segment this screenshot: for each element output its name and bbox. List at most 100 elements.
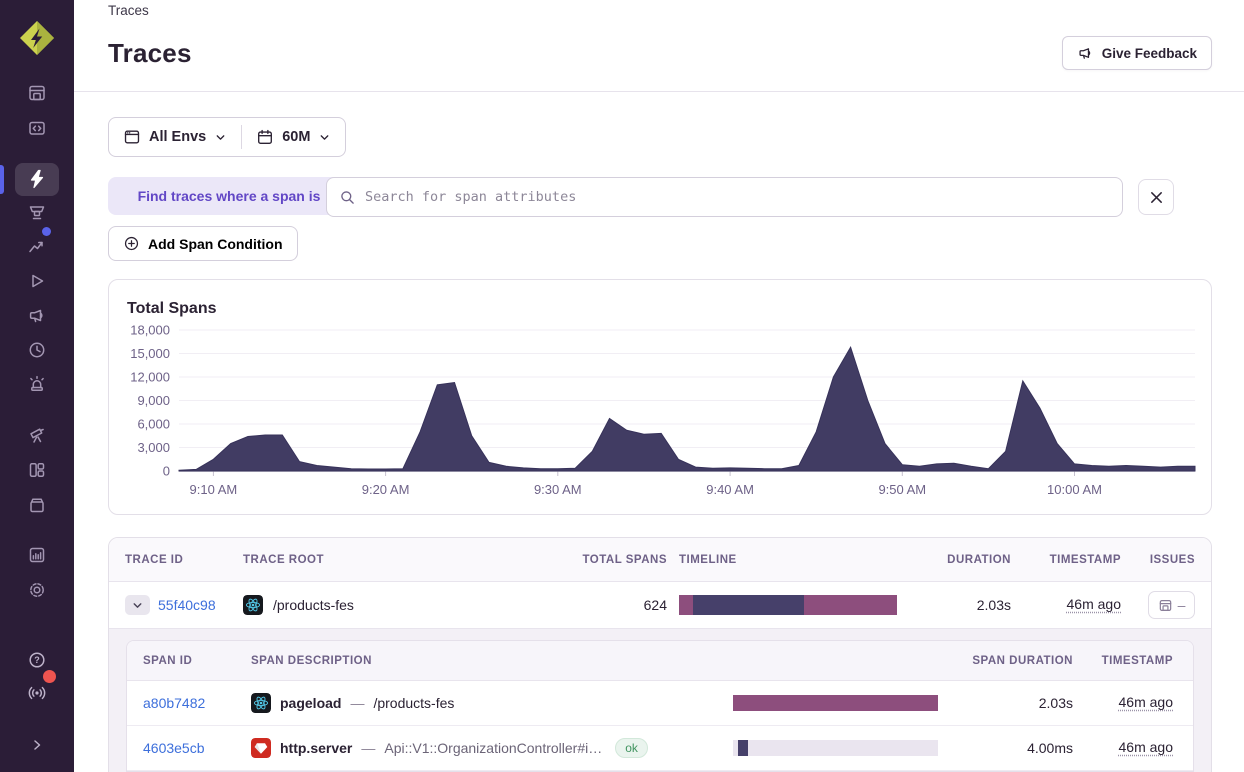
svg-text:15,000: 15,000 <box>130 346 170 361</box>
total-spans-value: 624 <box>643 597 667 613</box>
megaphone-icon <box>29 309 43 323</box>
collapse-trace-button[interactable] <box>125 595 150 615</box>
sidebar-item-insights[interactable] <box>0 227 74 264</box>
svg-text:12,000: 12,000 <box>130 370 170 385</box>
whats-new-notification-dot <box>43 670 56 683</box>
svg-text:9:40 AM: 9:40 AM <box>706 482 754 497</box>
calendar-icon <box>258 129 273 144</box>
spans-table-header: SPAN ID SPAN DESCRIPTION SPAN DURATION T… <box>127 641 1193 681</box>
chevron-down-icon <box>321 134 329 140</box>
sidebar-collapse-toggle[interactable] <box>0 728 74 762</box>
bar-chart-icon <box>29 547 45 563</box>
col-duration: DURATION <box>947 553 1011 566</box>
traces-page: ? Traces Traces Give Feedback All Envs 6… <box>0 0 1244 772</box>
status-badge: ok <box>615 738 648 758</box>
sidebar-item-history[interactable] <box>0 333 74 367</box>
sidebar-item-discover[interactable] <box>0 418 74 452</box>
add-span-condition-button[interactable]: Add Span Condition <box>108 226 298 261</box>
total-spans-chart[interactable]: 0 3,000 6,000 9,000 12,000 15,000 18,000 9:10 A… <box>109 316 1211 514</box>
main-content: Traces Traces Give Feedback All Envs 60M… <box>74 0 1244 772</box>
svg-text:10:00 AM: 10:00 AM <box>1047 482 1102 497</box>
chevron-right-icon <box>34 740 41 750</box>
clear-search-button[interactable] <box>1138 179 1174 215</box>
sidebar-item-inbox[interactable] <box>0 488 74 522</box>
sidebar-item-stats[interactable] <box>0 538 74 572</box>
plus-circle-icon <box>124 236 139 251</box>
environment-filter[interactable]: All Envs <box>109 118 241 156</box>
window-icon <box>124 130 140 144</box>
sidebar-item-explore[interactable] <box>0 162 74 196</box>
sidebar-item-settings[interactable] <box>0 573 74 607</box>
sidebar-item-dashboards[interactable] <box>0 453 74 487</box>
chevron-down-icon <box>133 602 142 608</box>
svg-text:3,000: 3,000 <box>137 440 170 455</box>
col-timeline: TIMELINE <box>679 553 737 566</box>
svg-text:6,000: 6,000 <box>137 417 170 432</box>
siren-icon <box>30 375 44 392</box>
separator: — <box>361 740 376 756</box>
sidebar-item-issues[interactable] <box>0 76 74 110</box>
svg-text:9:10 AM: 9:10 AM <box>190 482 238 497</box>
insights-notification-dot <box>42 227 51 236</box>
close-icon <box>1150 191 1162 203</box>
svg-text:9,000: 9,000 <box>137 393 170 408</box>
col-trace-id: TRACE ID <box>125 553 184 566</box>
filter-bar: All Envs 60M <box>108 117 347 157</box>
issues-icon <box>29 85 45 101</box>
span-id-link[interactable]: 4603e5cb <box>143 740 251 756</box>
col-trace-root: TRACE ROOT <box>243 553 325 566</box>
total-spans-chart-card: Total Spans 0 3,000 6,000 9,000 12,000 15,000… <box>108 279 1212 515</box>
svg-text:0: 0 <box>163 464 170 479</box>
sidebar-item-help[interactable]: ? <box>0 643 74 677</box>
sidebar-item-projects[interactable] <box>0 111 74 145</box>
folder-code-icon <box>29 121 45 135</box>
search-bar[interactable] <box>326 177 1123 217</box>
search-input[interactable] <box>365 189 1110 205</box>
give-feedback-button[interactable]: Give Feedback <box>1061 36 1212 70</box>
lightning-icon <box>30 169 44 189</box>
sidebar-item-whats-new[interactable] <box>0 670 74 710</box>
svg-text:9:30 AM: 9:30 AM <box>534 482 582 497</box>
sidebar-item-funnel[interactable] <box>0 196 74 230</box>
span-op: http.server <box>280 740 353 756</box>
sentry-logo-icon[interactable] <box>17 18 57 58</box>
ruby-icon <box>251 738 271 758</box>
spans-table: SPAN ID SPAN DESCRIPTION SPAN DURATION T… <box>126 640 1194 772</box>
span-description: Api::V1::OrganizationController#i… <box>384 740 603 756</box>
span-timeline-bar <box>733 695 938 711</box>
gear-icon <box>30 583 44 597</box>
traces-table-header: TRACE ID TRACE ROOT TOTAL SPANS TIMELINE… <box>109 538 1211 582</box>
trace-row: 55f40c98 /products-fes 624 2.03s 46m ago… <box>109 582 1211 629</box>
trace-duration: 2.03s <box>976 597 1011 613</box>
header-divider <box>74 91 1244 92</box>
megaphone-icon <box>1079 47 1090 59</box>
span-row: 4603e5cb http.server — Api::V1::Organiza… <box>127 726 1193 771</box>
span-timestamp[interactable]: 46m ago <box>1119 694 1173 710</box>
expanded-trace-panel: SPAN ID SPAN DESCRIPTION SPAN DURATION T… <box>109 629 1211 772</box>
svg-text:9:20 AM: 9:20 AM <box>362 482 410 497</box>
grid-layout-icon <box>29 463 45 477</box>
span-duration: 2.03s <box>1038 695 1073 711</box>
clock-icon <box>29 342 45 358</box>
breadcrumb[interactable]: Traces <box>108 3 149 18</box>
svg-text:18,000: 18,000 <box>130 323 170 338</box>
span-timeline-bar <box>733 740 938 756</box>
trace-issues-value: – <box>1177 597 1186 613</box>
trace-timestamp[interactable]: 46m ago <box>1067 596 1121 612</box>
telescope-icon <box>30 428 44 443</box>
sidebar-item-alerts[interactable] <box>0 367 74 401</box>
trace-issues-button[interactable]: – <box>1148 591 1195 619</box>
time-range-filter[interactable]: 60M <box>242 118 345 156</box>
span-description: /products-fes <box>373 695 455 711</box>
archive-box-icon <box>30 498 44 513</box>
trace-root-name[interactable]: /products-fes <box>273 597 354 613</box>
span-id-link[interactable]: a80b7482 <box>143 695 251 711</box>
line-chart-icon <box>29 241 43 253</box>
trace-id-link[interactable]: 55f40c98 <box>158 597 216 613</box>
col-span-description: SPAN DESCRIPTION <box>251 654 372 667</box>
span-timestamp[interactable]: 46m ago <box>1119 739 1173 755</box>
sidebar-item-replays[interactable] <box>0 264 74 298</box>
col-span-duration: SPAN DURATION <box>972 654 1073 667</box>
sidebar-item-feedback[interactable] <box>0 299 74 333</box>
search-icon <box>341 190 354 204</box>
